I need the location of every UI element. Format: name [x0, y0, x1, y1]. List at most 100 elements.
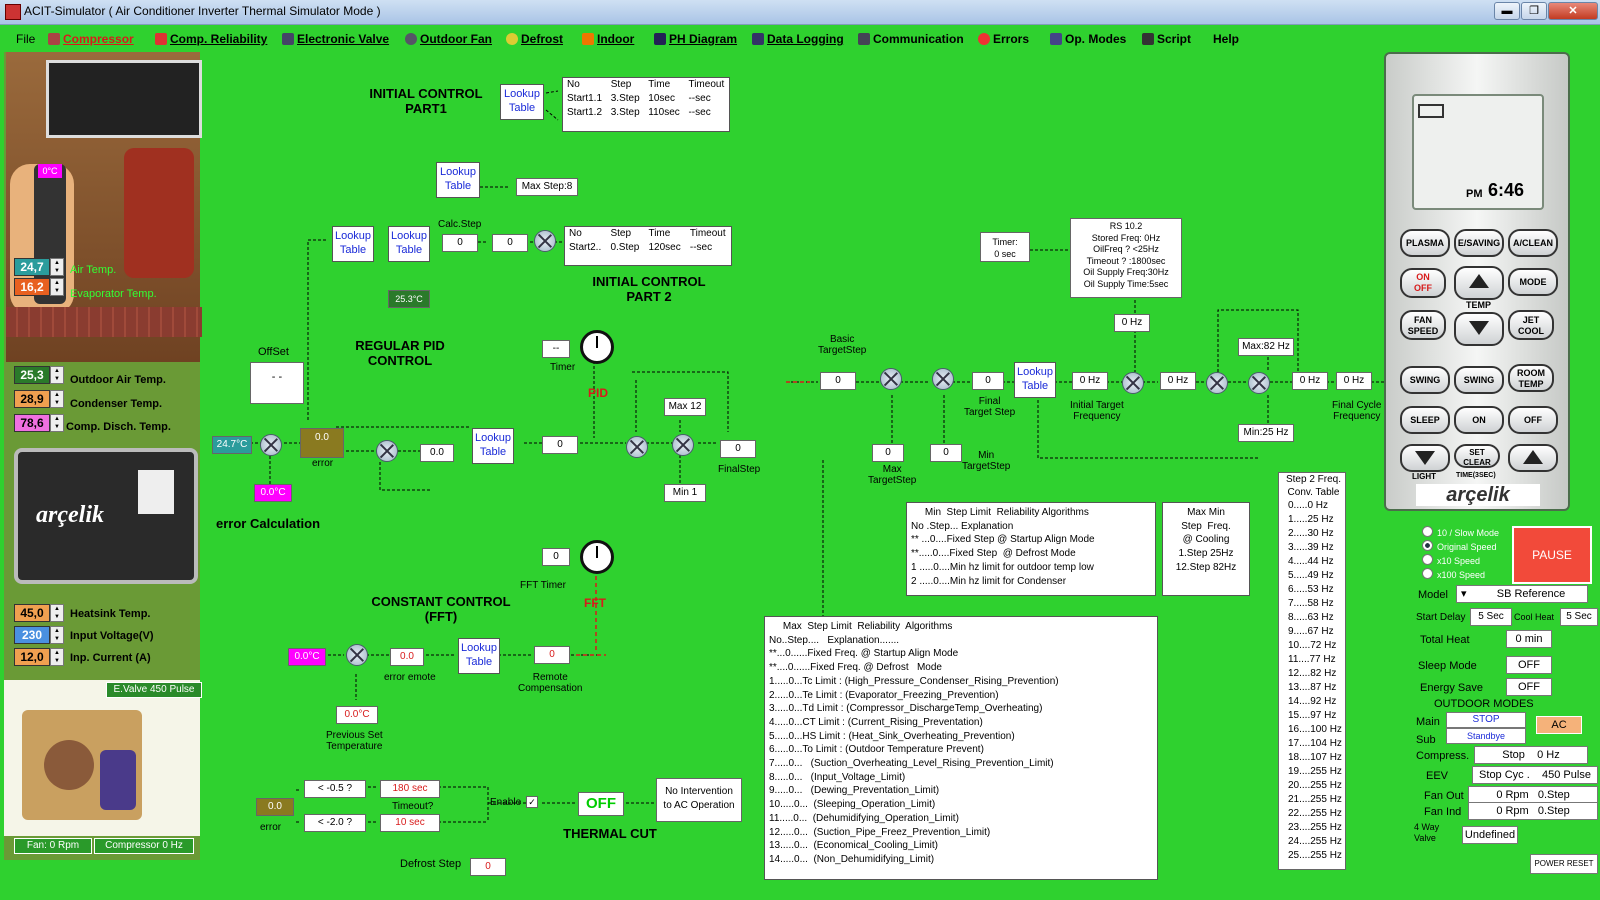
energy-save-label: Energy Save — [1420, 682, 1483, 694]
step2-row: 24....255 Hz — [1288, 836, 1342, 847]
battery-icon — [1418, 104, 1444, 118]
max-ts-value: 0 — [872, 444, 904, 462]
pid-label: PID — [588, 386, 609, 400]
thermal-cut-title: THERMAL CUT — [563, 826, 657, 841]
freq-lookup-table[interactable]: Lookup Table — [1014, 362, 1056, 398]
swing-button-1[interactable]: SWING — [1400, 366, 1450, 394]
enable-checkbox[interactable]: ✓ — [526, 796, 538, 808]
on-button[interactable]: ON — [1454, 406, 1504, 434]
model-select[interactable]: ▾ SB Reference — [1456, 585, 1588, 603]
calc-step-label: Calc.Step — [438, 219, 482, 230]
step2-row: 12....82 Hz — [1288, 668, 1337, 679]
max-step-box: Max Step:8 — [516, 178, 578, 196]
fft-clock-icon — [580, 540, 614, 574]
final-cycle-freq: 0 Hz — [1336, 372, 1372, 390]
cc-lookup-table[interactable]: Lookup Table — [458, 638, 500, 674]
speed-x100[interactable]: x100 Speed — [1422, 568, 1485, 580]
model-label: Model — [1418, 589, 1448, 601]
start-delay-value[interactable]: 5 Sec — [1470, 608, 1512, 626]
speed-x10[interactable]: x10 Speed — [1422, 554, 1480, 566]
off-button[interactable]: OFF — [1508, 406, 1558, 434]
ic2-col-time: Time — [648, 228, 671, 239]
fan-speed-label-1: FAN — [1414, 315, 1432, 325]
freq-multiplier-5 — [1248, 372, 1270, 394]
temp-247-box: 24.7°C — [212, 436, 252, 454]
ic1-lookup-table[interactable]: Lookup Table — [500, 84, 544, 120]
aclean-button[interactable]: A/CLEAN — [1508, 229, 1558, 257]
error-label: error — [312, 458, 334, 469]
sub-label: Sub — [1416, 734, 1436, 746]
min25-box: Min:25 Hz — [1238, 424, 1294, 442]
temp-up-button[interactable] — [1454, 266, 1504, 300]
light-label: LIGHT — [1412, 472, 1436, 481]
remote-brand-logo: arçelik — [1416, 484, 1540, 506]
sleep-button[interactable]: SLEEP — [1400, 406, 1450, 434]
remote-pm: PM — [1466, 188, 1483, 200]
mode-button[interactable]: MODE — [1508, 268, 1558, 296]
cc-multiplier — [346, 644, 368, 666]
plasma-button[interactable]: PLASMA — [1400, 229, 1450, 257]
timer-3sec-label: TIME(3SEC) — [1456, 472, 1496, 479]
defrost-step-value: 0 — [470, 858, 506, 876]
total-heat-value[interactable]: 0 min — [1506, 630, 1552, 648]
step2-row: 2.....30 Hz — [1288, 528, 1334, 539]
ic1-title: INITIAL CONTROL PART1 — [369, 86, 483, 116]
cc-temp-box: 0.0°C — [288, 648, 326, 666]
step2-row: 13....87 Hz — [1288, 682, 1337, 693]
room-temp-button[interactable]: ROOM TEMP — [1508, 364, 1554, 392]
cool-heat-label: Cool Heat — [1514, 612, 1555, 622]
ic2-lookup-a[interactable]: Lookup Table — [332, 226, 374, 262]
ic1-cell: --sec — [688, 93, 711, 104]
pause-button[interactable]: PAUSE — [1512, 526, 1592, 584]
up-button[interactable] — [1508, 444, 1558, 472]
final-ts-value: 0 — [972, 372, 1004, 390]
arrow-up-icon — [1523, 450, 1543, 464]
light-down-button[interactable] — [1400, 444, 1450, 472]
remote-comp-label: Remote Compensation — [518, 672, 583, 694]
maxmin-panel: Max Min Step Freq. @ Cooling 1.Step 25Hz… — [1162, 502, 1250, 596]
ic2-cell: Start2.. — [569, 242, 602, 253]
ic2-table: No Step Time Timeout Start2.. 0.Step 120sec --… — [564, 226, 732, 266]
ic2-cell: 120sec — [648, 242, 681, 253]
chevron-down-icon: ▾ — [1461, 588, 1467, 600]
ic1-cell: Start1.2 — [567, 107, 603, 118]
step2-row: 1.....25 Hz — [1288, 514, 1334, 525]
pid-lookup-table[interactable]: Lookup Table — [472, 428, 514, 464]
main-mode-value: STOP — [1446, 712, 1526, 728]
esaving-button[interactable]: E/SAVING — [1454, 229, 1504, 257]
energy-save-value[interactable]: OFF — [1506, 678, 1552, 696]
offset-value[interactable]: - - — [250, 362, 304, 404]
remote-display: PM 6:46 — [1412, 94, 1544, 210]
step2-row: 17....104 Hz — [1288, 738, 1342, 749]
radio-icon — [1422, 526, 1433, 537]
cond2-box: < -2.0 ? — [304, 814, 366, 832]
ic2-lookup-top[interactable]: Lookup Table — [436, 162, 480, 198]
step2-row: 25....255 Hz — [1288, 850, 1342, 861]
speed-slow-label: 10 / Slow Mode — [1437, 528, 1500, 538]
min1-box: Min 1 — [664, 484, 706, 502]
set-clear-button[interactable]: SET CLEAR — [1454, 444, 1500, 468]
ic2-lookup-b[interactable]: Lookup Table — [388, 226, 430, 262]
model-value: SB Reference — [1496, 588, 1566, 600]
sleep-mode-value[interactable]: OFF — [1506, 656, 1552, 674]
speed-original[interactable]: Original Speed — [1422, 540, 1497, 552]
final-step-label: FinalStep — [718, 464, 761, 475]
fan-speed-button[interactable]: FAN SPEED — [1400, 310, 1446, 340]
sub-mode-value: Standbye — [1446, 728, 1526, 744]
cond1-box: < -0.5 ? — [304, 780, 366, 798]
speed-slow[interactable]: 10 / Slow Mode — [1422, 526, 1499, 538]
ac-mode-button[interactable]: AC — [1536, 716, 1582, 734]
ic1-col-time: Time — [648, 79, 671, 90]
pid-value: 0.0 — [420, 444, 454, 462]
power-reset-button[interactable]: POWER RESET — [1530, 854, 1598, 874]
onoff-button[interactable]: ON OFF — [1400, 268, 1446, 298]
swing-button-2[interactable]: SWING — [1454, 366, 1504, 394]
temp-down-button[interactable] — [1454, 312, 1504, 346]
jet-cool-button[interactable]: JET COOL — [1508, 310, 1554, 340]
max82-box: Max:82 Hz — [1238, 338, 1294, 356]
freq-hz-rs: 0 Hz — [1114, 314, 1150, 332]
sum-multiplier-2 — [672, 434, 694, 456]
start-delay-label: Start Delay — [1416, 612, 1466, 623]
cool-heat-value[interactable]: 5 Sec — [1560, 608, 1598, 626]
pid-multiplier — [376, 440, 398, 462]
